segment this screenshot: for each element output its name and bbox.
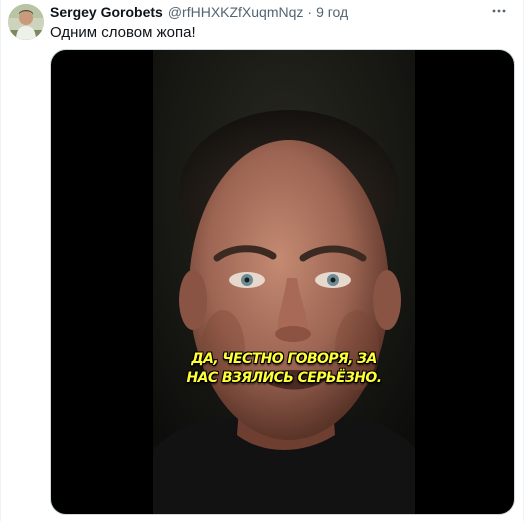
video-subtitle-line: НАС ВЗЯЛИСЬ СЕРЬЁЗНО.: [186, 370, 382, 386]
video-subtitle-line: ДА, ЧЕСТНО ГОВОРЯ, ЗА: [191, 351, 377, 367]
avatar[interactable]: [8, 4, 44, 40]
tweet-text: Одним словом жопа!: [50, 24, 196, 41]
author-name[interactable]: Sergey Gorobets: [50, 3, 163, 21]
tweet[interactable]: Sergey Gorobets @rfHHXKZfXuqmNqz · 9 год…: [0, 0, 524, 521]
author-handle[interactable]: @rfHHXKZfXuqmNqz: [168, 3, 304, 21]
video-frame[interactable]: ДА, ЧЕСТНО ГОВОРЯ, ЗА НАС ВЗЯЛИСЬ СЕРЬЁЗ…: [153, 50, 415, 514]
timestamp[interactable]: 9 год: [316, 3, 348, 21]
more-dots-icon: [492, 9, 506, 13]
video-player[interactable]: ДА, ЧЕСТНО ГОВОРЯ, ЗА НАС ВЗЯЛИСЬ СЕРЬЁЗ…: [50, 49, 515, 515]
tweet-header: Sergey Gorobets @rfHHXKZfXuqmNqz · 9 год: [50, 3, 348, 21]
more-options-button[interactable]: [489, 2, 509, 20]
separator-dot: ·: [307, 4, 313, 20]
